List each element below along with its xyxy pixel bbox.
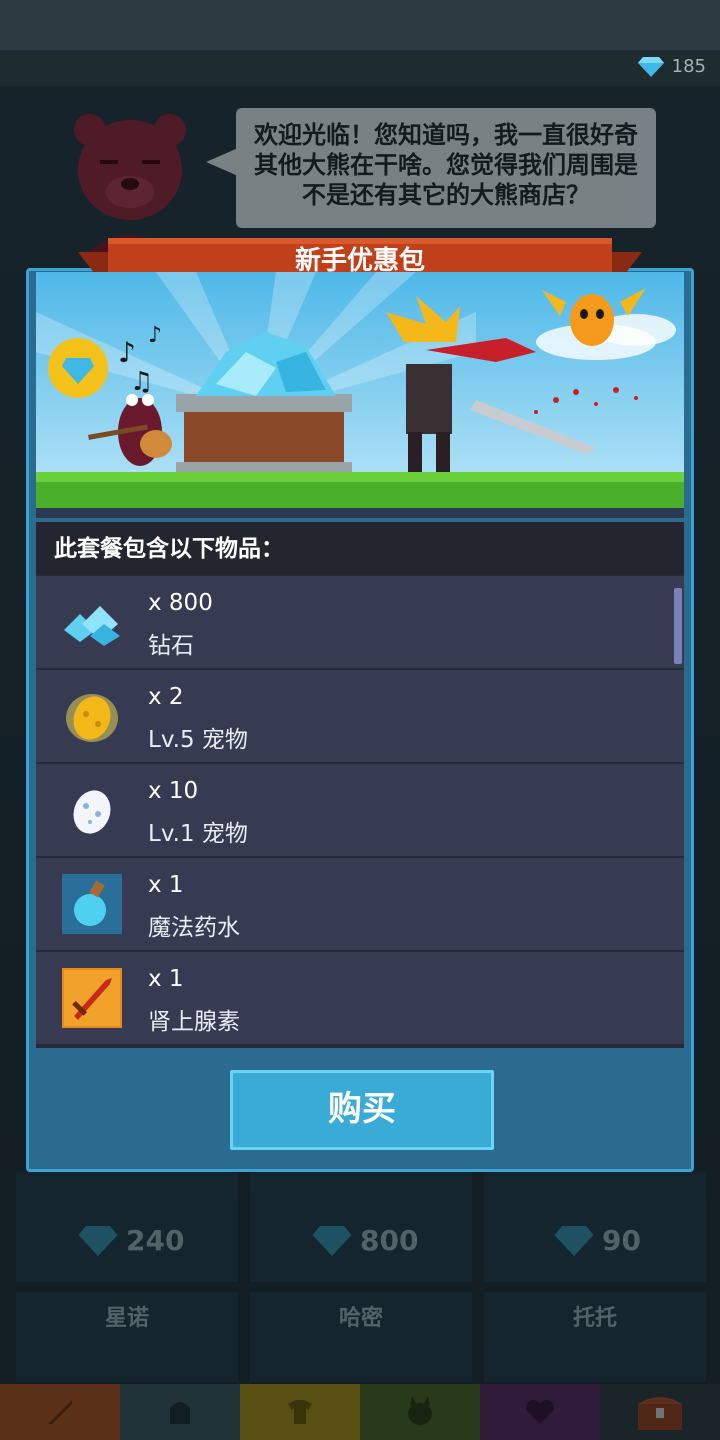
svg-text:♪: ♪ [118,336,136,369]
pack-items-list[interactable]: 此套餐包含以下物品： x 800 钻石 x 2 Lv.5 宠物 x 10 Lv.… [36,522,684,1048]
item-name: 肾上腺素 [148,1009,240,1035]
gem-count-value: 185 [671,56,706,77]
item-name: Lv.5 宠物 [148,727,248,753]
list-scrollbar[interactable] [674,588,682,664]
list-header: 此套餐包含以下物品： [36,522,684,574]
item-quantity: x 2 [148,684,184,710]
spotted-egg-icon [73,790,111,834]
list-item: x 1 肾上腺素 [36,952,684,1044]
potion-icon [62,874,122,934]
buy-button[interactable]: 购买 [230,1070,494,1150]
list-item: x 2 Lv.5 宠物 [36,670,684,762]
diamond-pile-icon [64,606,120,646]
svg-text:♫: ♫ [130,367,153,397]
currency-bar [0,50,720,86]
top-bar [0,0,720,50]
item-quantity: x 10 [148,778,199,804]
svg-text:♪: ♪ [148,323,162,348]
list-item: x 10 Lv.1 宠物 [36,764,684,856]
item-name: 魔法药水 [148,915,240,941]
golden-egg-icon [66,694,118,742]
item-quantity: x 1 [148,872,184,898]
starter-pack-banner: ♪ ♪ ♫ [36,272,684,518]
list-item: x 1 魔法药水 [36,858,684,950]
gem-counter: 185 [637,56,706,77]
item-quantity: x 800 [148,590,213,616]
gem-icon [637,56,664,77]
item-name: 钻石 [148,633,194,659]
sword-icon [62,968,122,1028]
item-name: Lv.1 宠物 [148,821,248,847]
item-quantity: x 1 [148,966,184,992]
list-item: x 800 钻石 [36,576,684,668]
